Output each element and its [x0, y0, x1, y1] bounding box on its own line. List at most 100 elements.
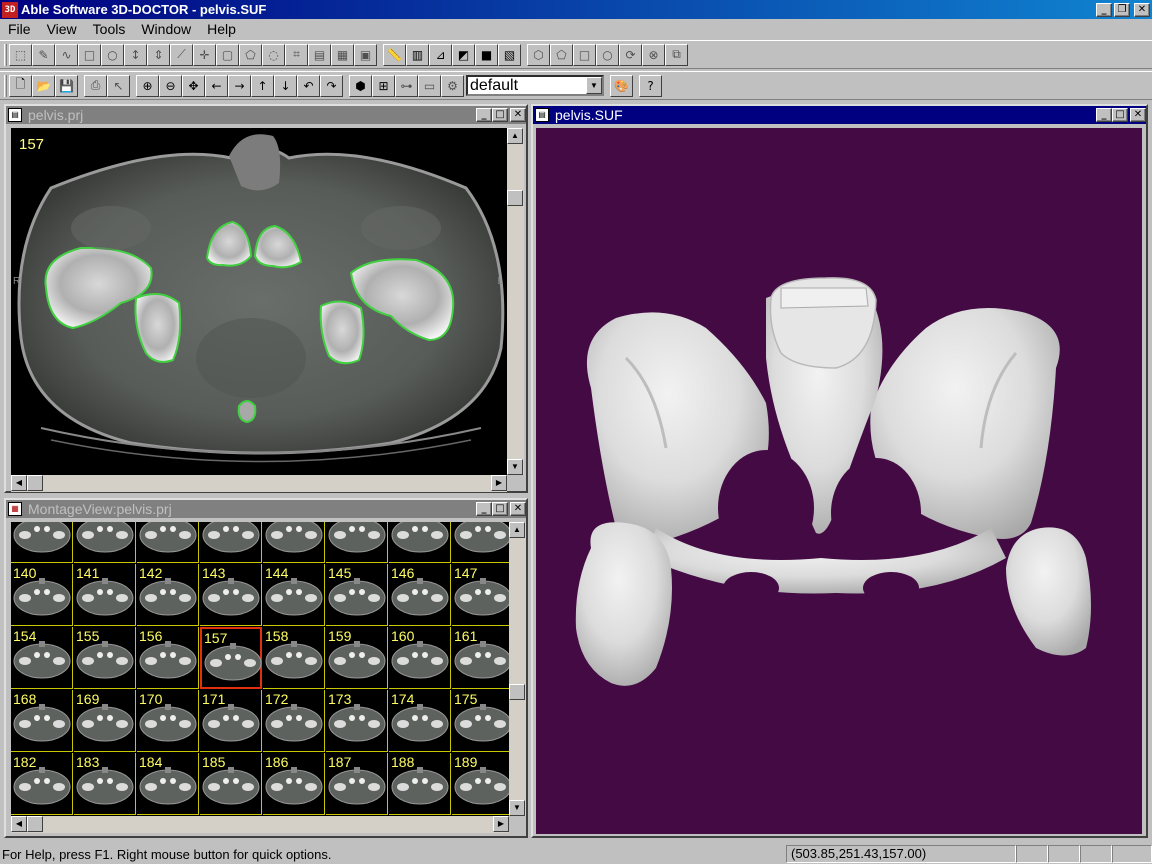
- montage-tile[interactable]: 141: [74, 564, 136, 626]
- close-icon[interactable]: ✕: [510, 502, 526, 516]
- montage-tile[interactable]: 187: [326, 753, 388, 815]
- open-folder-icon[interactable]: 📂: [32, 74, 55, 97]
- montage-tile[interactable]: 158: [263, 627, 325, 689]
- montage-tile[interactable]: [137, 522, 199, 563]
- rotate-icon[interactable]: ⟳: [619, 43, 642, 66]
- montage-icon[interactable]: ▦: [8, 502, 22, 516]
- surface-render-icon[interactable]: ◩: [452, 43, 475, 66]
- close-icon[interactable]: ✕: [1134, 2, 1150, 17]
- surface-render-view[interactable]: [536, 128, 1142, 834]
- montage-tile[interactable]: 173: [326, 690, 388, 752]
- montage-tile[interactable]: 146: [389, 564, 451, 626]
- layer-combo[interactable]: default ▼: [466, 75, 604, 96]
- montage-tile[interactable]: 143: [200, 564, 262, 626]
- close-icon[interactable]: ✕: [1130, 108, 1146, 122]
- montage-tile[interactable]: 140: [11, 564, 73, 626]
- image-horizontal-scrollbar[interactable]: ◀ ▶: [11, 475, 507, 492]
- print-icon[interactable]: ⎙: [84, 74, 107, 97]
- slice-render-icon[interactable]: ▧: [498, 43, 521, 66]
- crosshair-icon[interactable]: ✛: [193, 43, 216, 66]
- toolbar-grip[interactable]: [4, 43, 7, 66]
- surface-window[interactable]: ▤ pelvis.SUF _ □ ✕: [531, 104, 1148, 838]
- scroll-thumb[interactable]: [27, 475, 43, 491]
- save-icon[interactable]: 💾: [55, 74, 78, 97]
- select-region-icon[interactable]: ⬚: [9, 43, 32, 66]
- montage-tile[interactable]: [11, 522, 73, 563]
- montage-tile[interactable]: 171: [200, 690, 262, 752]
- minimize-icon[interactable]: _: [476, 502, 492, 516]
- solid-render-icon[interactable]: ■: [475, 43, 498, 66]
- transform-icon[interactable]: ⧉: [665, 43, 688, 66]
- montage-tile[interactable]: 170: [137, 690, 199, 752]
- frame-icon[interactable]: ⊞: [372, 74, 395, 97]
- montage-tile[interactable]: 142: [137, 564, 199, 626]
- hexagon-icon[interactable]: ⬡: [527, 43, 550, 66]
- fill-icon[interactable]: ▦: [331, 43, 354, 66]
- zoom-out-icon[interactable]: ⊖: [159, 74, 182, 97]
- contour-icon[interactable]: ◌: [262, 43, 285, 66]
- document-icon[interactable]: ▤: [535, 108, 549, 122]
- montage-tile[interactable]: 156: [137, 627, 199, 689]
- app-icon[interactable]: 3D: [2, 1, 18, 18]
- close-icon[interactable]: ✕: [510, 108, 526, 122]
- chevron-down-icon[interactable]: ▼: [586, 77, 602, 94]
- minimize-icon[interactable]: _: [1096, 108, 1112, 122]
- montage-tile[interactable]: 169: [74, 690, 136, 752]
- split-icon[interactable]: ⇕: [147, 43, 170, 66]
- pan-icon[interactable]: ✥: [182, 74, 205, 97]
- montage-tile[interactable]: [200, 522, 262, 563]
- montage-tile[interactable]: 168: [11, 690, 73, 752]
- ct-slice-view[interactable]: 157 R L: [11, 128, 507, 475]
- montage-tile[interactable]: 186: [263, 753, 325, 815]
- montage-tile[interactable]: 145: [326, 564, 388, 626]
- montage-tile[interactable]: [389, 522, 451, 563]
- freehand-icon[interactable]: ∿: [55, 43, 78, 66]
- scroll-right-icon[interactable]: ▶: [493, 816, 509, 832]
- maximize-icon[interactable]: □: [492, 108, 508, 122]
- rectangle-icon[interactable]: □: [78, 43, 101, 66]
- montage-tile[interactable]: 155: [74, 627, 136, 689]
- polygon-icon[interactable]: ⬠: [239, 43, 262, 66]
- scroll-right-icon[interactable]: ▶: [491, 475, 507, 491]
- scroll-thumb[interactable]: [507, 190, 523, 206]
- montage-tile[interactable]: 184: [137, 753, 199, 815]
- montage-tile[interactable]: 147: [452, 564, 509, 626]
- boundary-icon[interactable]: ▤: [308, 43, 331, 66]
- pencil-icon[interactable]: ✎: [32, 43, 55, 66]
- menu-help[interactable]: Help: [199, 21, 244, 37]
- settings-icon[interactable]: ⚙: [441, 74, 464, 97]
- montage-grid[interactable]: 140 141 142 143 144 145 146 147 154 155 156 157 158 1…: [11, 522, 509, 816]
- zoom-in-icon[interactable]: ⊕: [136, 74, 159, 97]
- measure-icon[interactable]: ⊿: [429, 43, 452, 66]
- scroll-down-icon[interactable]: ▼: [509, 800, 525, 816]
- scroll-up-icon[interactable]: ▲: [507, 128, 523, 144]
- image-vertical-scrollbar[interactable]: ▲ ▼: [507, 128, 524, 475]
- document-icon[interactable]: ▤: [8, 108, 22, 122]
- arrow-right-icon[interactable]: →: [228, 74, 251, 97]
- square-icon[interactable]: □: [573, 43, 596, 66]
- montage-tile[interactable]: 157: [200, 627, 262, 689]
- ellipse-icon[interactable]: ○: [101, 43, 124, 66]
- montage-tile[interactable]: 144: [263, 564, 325, 626]
- pointer-icon[interactable]: ↖: [107, 74, 130, 97]
- montage-tile[interactable]: 159: [326, 627, 388, 689]
- scroll-up-icon[interactable]: ▲: [509, 522, 525, 538]
- montage-tile[interactable]: [452, 522, 509, 563]
- object-icon[interactable]: ⬢: [349, 74, 372, 97]
- montage-tile[interactable]: [326, 522, 388, 563]
- image-window[interactable]: ▤ pelvis.prj _ □ ✕ 157 R L ▲ ▼ ◀ ▶: [4, 104, 528, 493]
- montage-tile[interactable]: 172: [263, 690, 325, 752]
- montage-tile[interactable]: 174: [389, 690, 451, 752]
- montage-tile[interactable]: [263, 522, 325, 563]
- scroll-left-icon[interactable]: ◀: [11, 816, 27, 832]
- montage-tile[interactable]: 182: [11, 753, 73, 815]
- montage-window-caption[interactable]: ▦ MontageView:pelvis.prj _ □ ✕: [6, 500, 526, 518]
- pentagon-icon[interactable]: ⬠: [550, 43, 573, 66]
- maximize-icon[interactable]: □: [1112, 108, 1128, 122]
- arrow-up-icon[interactable]: ↑: [251, 74, 274, 97]
- scroll-left-icon[interactable]: ◀: [11, 475, 27, 491]
- menu-file[interactable]: File: [0, 21, 39, 37]
- montage-tile[interactable]: 183: [74, 753, 136, 815]
- move-vertical-icon[interactable]: ↕: [124, 43, 147, 66]
- box-icon[interactable]: ▢: [216, 43, 239, 66]
